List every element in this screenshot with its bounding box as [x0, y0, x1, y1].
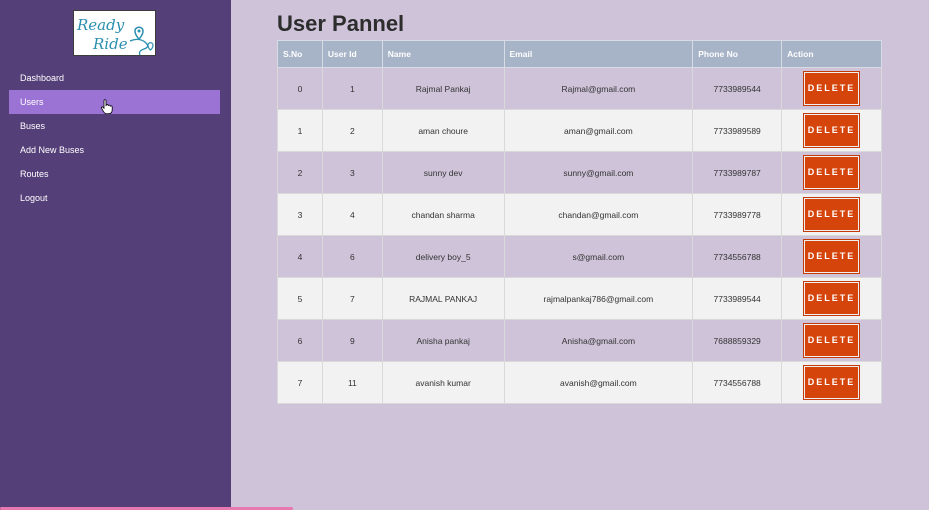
- table-row: 5 7 RAJMAL PANKAJ rajmalpankaj786@gmail.…: [277, 277, 882, 320]
- cell-phone: 7733989544: [692, 277, 783, 320]
- delete-button[interactable]: DELETE: [803, 155, 861, 190]
- cell-name: sunny dev: [381, 151, 505, 194]
- sidebar-item-routes[interactable]: Routes: [9, 162, 220, 186]
- delete-button[interactable]: DELETE: [803, 197, 861, 232]
- column-header-email: Email: [503, 40, 694, 68]
- column-header-action: Action: [781, 40, 882, 68]
- column-header-phone: Phone No: [692, 40, 783, 68]
- table-row: 1 2 aman choure aman@gmail.com 773398958…: [277, 109, 882, 152]
- cell-user-id: 9: [321, 319, 383, 362]
- cell-phone: 7733989589: [692, 109, 783, 152]
- cell-phone: 7733989778: [692, 193, 783, 236]
- cell-user-id: 2: [321, 109, 383, 152]
- cell-sno: 5: [277, 277, 323, 320]
- cell-phone: 7733989544: [692, 67, 783, 110]
- cell-email: aman@gmail.com: [503, 109, 694, 152]
- cell-action: DELETE: [781, 319, 882, 362]
- cell-name: Rajmal Pankaj: [381, 67, 505, 110]
- cell-action: DELETE: [781, 277, 882, 320]
- cell-name: chandan sharma: [381, 193, 505, 236]
- sidebar-item-add-new-buses[interactable]: Add New Buses: [9, 138, 220, 162]
- cell-phone: 7734556788: [692, 361, 783, 404]
- sidebar-item-logout[interactable]: Logout: [9, 186, 220, 210]
- sidebar: Ready Ride Dashboard Users Buses Add New…: [0, 0, 293, 510]
- cell-user-id: 1: [321, 67, 383, 110]
- cell-sno: 7: [277, 361, 323, 404]
- cell-email: avanish@gmail.com: [503, 361, 694, 404]
- cell-email: chandan@gmail.com: [503, 193, 694, 236]
- cell-email: s@gmail.com: [503, 235, 694, 278]
- cell-name: aman choure: [381, 109, 505, 152]
- table-row: 4 6 delivery boy_5 s@gmail.com 773455678…: [277, 235, 882, 278]
- cell-sno: 1: [277, 109, 323, 152]
- hand-cursor-icon: [101, 99, 113, 114]
- svg-text:Ready: Ready: [76, 16, 125, 34]
- cell-sno: 4: [277, 235, 323, 278]
- cell-name: avanish kumar: [381, 361, 505, 404]
- sidebar-item-buses[interactable]: Buses: [9, 114, 220, 138]
- cell-user-id: 3: [321, 151, 383, 194]
- table-header-row: S.No User Id Name Email Phone No Action: [277, 40, 882, 68]
- sidebar-item-users[interactable]: Users: [9, 90, 220, 114]
- cell-name: Anisha pankaj: [381, 319, 505, 362]
- delete-button[interactable]: DELETE: [803, 71, 861, 106]
- cell-email: Rajmal@gmail.com: [503, 67, 694, 110]
- cell-name: RAJMAL PANKAJ: [381, 277, 505, 320]
- main-content: User Pannel S.No User Id Name Email Phon…: [231, 0, 929, 510]
- delete-button[interactable]: DELETE: [803, 239, 861, 274]
- cell-email: rajmalpankaj786@gmail.com: [503, 277, 694, 320]
- cell-phone: 7734556788: [692, 235, 783, 278]
- cell-action: DELETE: [781, 235, 882, 278]
- sidebar-nav: Dashboard Users Buses Add New Buses Rout…: [9, 66, 220, 210]
- column-header-sno: S.No: [277, 40, 323, 68]
- column-header-user-id: User Id: [321, 40, 383, 68]
- table-row: 0 1 Rajmal Pankaj Rajmal@gmail.com 77339…: [277, 67, 882, 110]
- cell-action: DELETE: [781, 109, 882, 152]
- cell-action: DELETE: [781, 361, 882, 404]
- cell-sno: 3: [277, 193, 323, 236]
- cell-action: DELETE: [781, 67, 882, 110]
- delete-button[interactable]: DELETE: [803, 323, 861, 358]
- delete-button[interactable]: DELETE: [803, 281, 861, 316]
- cell-sno: 6: [277, 319, 323, 362]
- cell-sno: 2: [277, 151, 323, 194]
- sidebar-item-label: Users: [20, 97, 44, 107]
- table-row: 2 3 sunny dev sunny@gmail.com 7733989787…: [277, 151, 882, 194]
- table-row: 7 11 avanish kumar avanish@gmail.com 773…: [277, 361, 882, 404]
- cell-phone: 7733989787: [692, 151, 783, 194]
- cell-name: delivery boy_5: [381, 235, 505, 278]
- svg-text:Ride: Ride: [92, 35, 128, 53]
- page-title: User Pannel: [277, 11, 405, 36]
- cell-action: DELETE: [781, 151, 882, 194]
- users-table: S.No User Id Name Email Phone No Action …: [277, 40, 882, 404]
- cell-action: DELETE: [781, 193, 882, 236]
- delete-button[interactable]: DELETE: [803, 113, 861, 148]
- table-row: 3 4 chandan sharma chandan@gmail.com 773…: [277, 193, 882, 236]
- cell-sno: 0: [277, 67, 323, 110]
- ready-ride-logo[interactable]: Ready Ride: [73, 10, 156, 56]
- cell-user-id: 7: [321, 277, 383, 320]
- cell-email: sunny@gmail.com: [503, 151, 694, 194]
- cell-phone: 7688859329: [692, 319, 783, 362]
- table-row: 6 9 Anisha pankaj Anisha@gmail.com 76888…: [277, 319, 882, 362]
- cell-user-id: 4: [321, 193, 383, 236]
- cell-user-id: 6: [321, 235, 383, 278]
- cell-user-id: 11: [321, 361, 383, 404]
- sidebar-item-dashboard[interactable]: Dashboard: [9, 66, 220, 90]
- column-header-name: Name: [381, 40, 505, 68]
- delete-button[interactable]: DELETE: [803, 365, 861, 400]
- cell-email: Anisha@gmail.com: [503, 319, 694, 362]
